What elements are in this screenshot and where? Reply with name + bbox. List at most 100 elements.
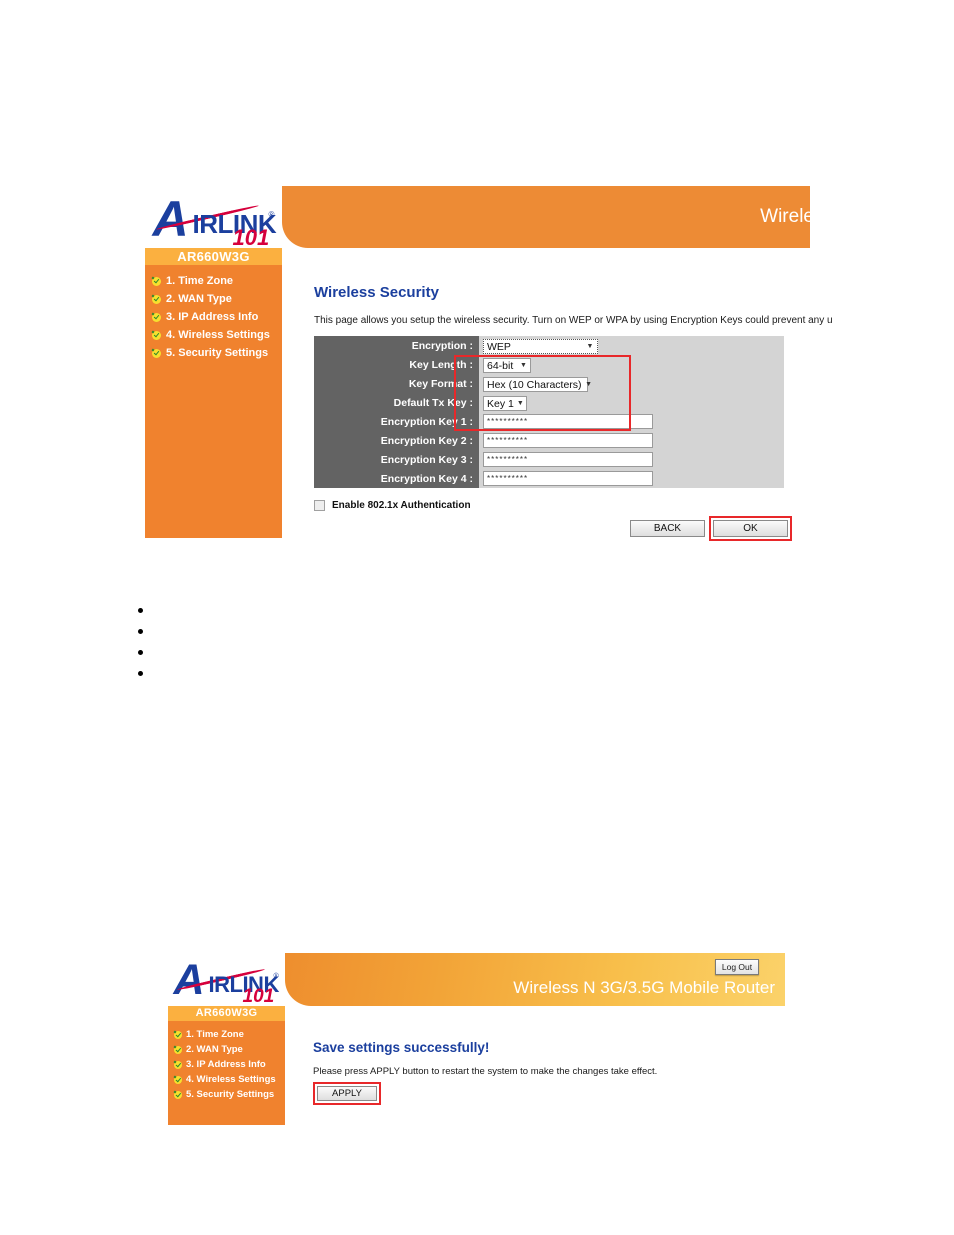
table-row: Encryption Key 3 : ********** (314, 450, 784, 469)
header-bar: Wirele (282, 186, 810, 248)
encryption-select-value: WEP (487, 340, 511, 353)
row-value: ********** (479, 431, 784, 450)
screenshot-save-settings: A IRLINK ® 101 Wireless N 3G/3.5G Mobile… (168, 953, 785, 1125)
ok-button[interactable]: OK (713, 520, 788, 537)
page-title: Wireless Security (314, 284, 439, 301)
logo-101: 101 (232, 225, 270, 250)
logo-101: 101 (242, 986, 275, 1007)
row-label: Default Tx Key : (314, 393, 479, 412)
row-label: Encryption Key 3 : (314, 450, 479, 469)
sidebar-item-label: 5. Security Settings (166, 347, 269, 359)
default-tx-key-select-value: Key 1 (487, 397, 514, 410)
row-value: Hex (10 Characters) ▼ (479, 374, 784, 393)
screenshot-wireless-security: A IRLINK ® 101 Wirele AR660W3G 1. Time Z… (145, 186, 833, 541)
table-row: Encryption Key 1 : ********** (314, 412, 784, 431)
chevron-down-icon: ▼ (585, 381, 592, 388)
check-icon (174, 1030, 182, 1039)
list-item (138, 600, 438, 621)
sidebar-item-ip-address-info[interactable]: 3. IP Address Info (145, 308, 282, 326)
chevron-down-icon: ▼ (586, 343, 594, 350)
logout-button[interactable]: Log Out (715, 959, 759, 975)
back-button[interactable]: BACK (630, 520, 705, 537)
sidebar-item-label: 1. Time Zone (186, 1029, 244, 1040)
sidebar-item-label: 5. Security Settings (186, 1089, 275, 1100)
row-label: Encryption Key 2 : (314, 431, 479, 450)
row-value: ********** (479, 469, 784, 488)
document-bullet-list (138, 600, 438, 684)
content-area: Save settings successfully! Please press… (285, 1006, 785, 1125)
sidebar-item-label: 4. Wireless Settings (186, 1074, 276, 1085)
encryption-key-4-input[interactable]: ********** (483, 471, 653, 486)
sidebar-model-label: AR660W3G (168, 1006, 285, 1021)
enable-8021x-checkbox[interactable] (314, 500, 325, 511)
content-area: Wireless Security This page allows you s… (282, 248, 833, 541)
logo-registered-mark: ® (273, 973, 279, 980)
row-value: ********** (479, 412, 784, 431)
table-row: Encryption : WEP ▼ (314, 336, 784, 355)
check-icon (152, 294, 161, 304)
page-description: Please press APPLY button to restart the… (313, 1066, 658, 1077)
row-value: 64-bit ▼ (479, 355, 784, 374)
sidebar: AR660W3G 1. Time Zone 2. WAN Type 3. IP … (168, 1006, 285, 1125)
list-item (138, 663, 438, 684)
sidebar: AR660W3G 1. Time Zone 2. WAN Type 3. IP … (145, 248, 282, 538)
sidebar-item-time-zone[interactable]: 1. Time Zone (145, 272, 282, 290)
header-bar: Wireless N 3G/3.5G Mobile Router (285, 953, 785, 1006)
chevron-down-icon: ▼ (520, 362, 527, 369)
enable-8021x-row[interactable]: Enable 802.1x Authentication (314, 500, 471, 511)
check-icon (174, 1075, 182, 1084)
list-item (138, 621, 438, 642)
key-length-select-value: 64-bit (487, 359, 514, 372)
check-icon (152, 312, 161, 322)
encryption-key-3-input[interactable]: ********** (483, 452, 653, 467)
table-row: Key Format : Hex (10 Characters) ▼ (314, 374, 784, 393)
sidebar-item-label: 3. IP Address Info (166, 311, 259, 323)
page-description: This page allows you setup the wireless … (314, 315, 833, 326)
header-title: Wireless N 3G/3.5G Mobile Router (513, 977, 775, 997)
encryption-select[interactable]: WEP ▼ (483, 339, 598, 354)
key-length-select[interactable]: 64-bit ▼ (483, 358, 531, 373)
sidebar-item-wireless-settings[interactable]: 4. Wireless Settings (168, 1072, 285, 1087)
airlink-logo: A IRLINK ® 101 (168, 953, 285, 1006)
row-label: Encryption : (314, 336, 479, 355)
sidebar-item-label: 3. IP Address Info (186, 1059, 266, 1070)
row-label: Key Format : (314, 374, 479, 393)
encryption-key-1-input[interactable]: ********** (483, 414, 653, 429)
table-row: Encryption Key 4 : ********** (314, 469, 784, 488)
enable-8021x-label: Enable 802.1x Authentication (332, 500, 471, 511)
apply-button[interactable]: APPLY (317, 1086, 377, 1101)
sidebar-item-label: 4. Wireless Settings (166, 329, 270, 341)
sidebar-item-wireless-settings[interactable]: 4. Wireless Settings (145, 326, 282, 344)
sidebar-model-label: AR660W3G (145, 248, 282, 265)
airlink-logo: A IRLINK ® 101 (145, 186, 282, 250)
row-label: Encryption Key 1 : (314, 412, 479, 431)
logo-letter-a: A (152, 191, 189, 247)
row-label: Encryption Key 4 : (314, 469, 479, 488)
row-value: ********** (479, 450, 784, 469)
chevron-down-icon: ▼ (516, 400, 524, 407)
sidebar-item-wan-type[interactable]: 2. WAN Type (168, 1042, 285, 1057)
key-format-select[interactable]: Hex (10 Characters) ▼ (483, 377, 592, 392)
list-item (138, 642, 438, 663)
table-row: Default Tx Key : Key 1 ▼ (314, 393, 784, 412)
key-format-select-value: Hex (10 Characters) (487, 378, 582, 391)
table-row: Key Length : 64-bit ▼ (314, 355, 784, 374)
sidebar-item-security-settings[interactable]: 5. Security Settings (145, 344, 282, 362)
header-title: Wirele (760, 206, 810, 227)
check-icon (152, 330, 161, 340)
sidebar-item-label: 2. WAN Type (186, 1044, 243, 1055)
logo-registered-mark: ® (268, 210, 275, 219)
sidebar-item-time-zone[interactable]: 1. Time Zone (168, 1027, 285, 1042)
sidebar-item-wan-type[interactable]: 2. WAN Type (145, 290, 282, 308)
sidebar-item-ip-address-info[interactable]: 3. IP Address Info (168, 1057, 285, 1072)
default-tx-key-select[interactable]: Key 1 ▼ (483, 396, 527, 411)
sidebar-item-security-settings[interactable]: 5. Security Settings (168, 1087, 285, 1102)
check-icon (174, 1045, 182, 1054)
check-icon (152, 276, 161, 286)
check-icon (174, 1090, 182, 1099)
encryption-key-2-input[interactable]: ********** (483, 433, 653, 448)
check-icon (174, 1060, 182, 1069)
check-icon (152, 348, 161, 358)
row-label: Key Length : (314, 355, 479, 374)
row-value: Key 1 ▼ (479, 393, 784, 412)
